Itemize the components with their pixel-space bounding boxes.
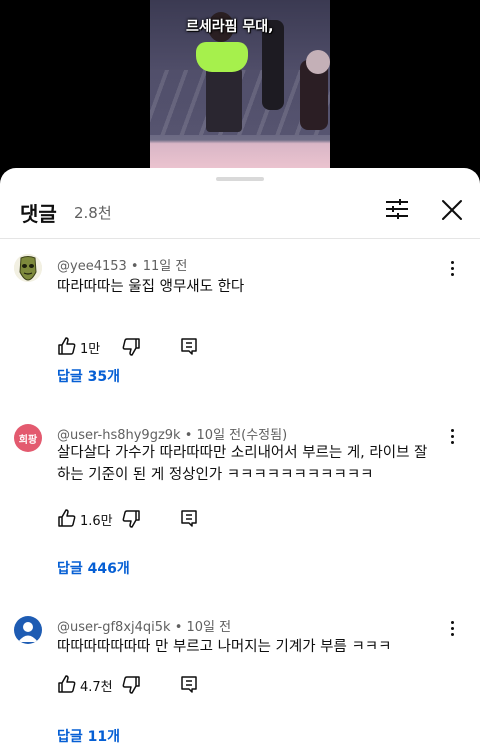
comment-author[interactable]: @user-gf8xj4qi5k bbox=[57, 620, 171, 635]
more-options-button[interactable] bbox=[444, 426, 460, 446]
thumbs-up-icon bbox=[58, 337, 76, 355]
thumbs-down-icon bbox=[122, 338, 140, 356]
more-vert-icon bbox=[450, 440, 454, 444]
close-button[interactable] bbox=[438, 196, 466, 224]
close-icon bbox=[442, 200, 462, 220]
avatar[interactable] bbox=[14, 254, 42, 282]
comment-time: 10일 전 bbox=[186, 620, 232, 635]
dislike-button[interactable] bbox=[121, 675, 141, 695]
more-vert-icon bbox=[450, 626, 454, 630]
avatar-text: 희팡 bbox=[18, 434, 38, 446]
like-count: 1만 bbox=[80, 342, 101, 357]
comment-meta: @user-gf8xj4qi5k • 10일 전 bbox=[57, 616, 231, 635]
like-count: 4.7천 bbox=[80, 680, 113, 695]
view-replies-link[interactable]: 답글 11개 bbox=[57, 726, 120, 746]
drag-handle[interactable] bbox=[216, 177, 264, 181]
more-options-button[interactable] bbox=[444, 258, 460, 278]
thumbs-down-icon bbox=[122, 676, 140, 694]
more-vert-icon bbox=[450, 260, 454, 264]
more-vert-icon bbox=[450, 434, 454, 438]
comment-time: 11일 전 bbox=[142, 259, 188, 274]
comment-time: 10일 전(수정됨) bbox=[196, 428, 288, 443]
like-button[interactable] bbox=[57, 336, 77, 356]
thumbs-up-icon bbox=[58, 509, 76, 527]
more-vert-icon bbox=[450, 272, 454, 276]
reply-comment-icon bbox=[181, 510, 197, 527]
meta-separator: • bbox=[130, 259, 139, 274]
comment-text: 따라따따는 울집 앵무새도 한다 bbox=[57, 279, 245, 295]
comment-meta: @user-hs8hy9gz9k • 10일 전(수정됨) bbox=[57, 424, 287, 443]
video-caption: 르세라핌 무대, bbox=[186, 19, 274, 35]
reply-button[interactable] bbox=[179, 336, 199, 356]
like-count: 1.6만 bbox=[80, 514, 113, 529]
reply-comment-icon bbox=[181, 676, 197, 693]
comment-author[interactable]: @user-hs8hy9gz9k bbox=[57, 428, 181, 443]
view-replies-link[interactable]: 답글 446개 bbox=[57, 558, 130, 578]
more-vert-icon bbox=[450, 428, 454, 432]
comment-text: 따따따따따따따 만 부르고 나머지는 기계가 부름 ㅋㅋㅋ bbox=[57, 639, 392, 655]
dislike-button[interactable] bbox=[121, 509, 141, 529]
comments-count: 2.8천 bbox=[74, 204, 112, 222]
dancer-figure bbox=[196, 42, 248, 72]
sliders-icon bbox=[386, 199, 408, 219]
comments-header: 댓글 2.8천 bbox=[0, 190, 480, 238]
comment-actions: 1.6만 bbox=[57, 508, 357, 530]
header-divider bbox=[0, 238, 480, 239]
avatar[interactable] bbox=[14, 616, 42, 644]
more-vert-icon bbox=[450, 620, 454, 624]
more-vert-icon bbox=[450, 632, 454, 636]
like-button[interactable] bbox=[57, 674, 77, 694]
like-button[interactable] bbox=[57, 508, 77, 528]
sort-filter-button[interactable] bbox=[384, 196, 410, 222]
dancer-figure bbox=[206, 68, 242, 132]
comment-actions: 4.7천 bbox=[57, 674, 357, 696]
reply-button[interactable] bbox=[179, 508, 199, 528]
green-mask-avatar-icon bbox=[14, 254, 42, 282]
comments-title: 댓글 bbox=[20, 202, 57, 226]
reply-comment-icon bbox=[181, 338, 197, 355]
comment-meta: @yee4153 • 11일 전 bbox=[57, 255, 187, 274]
more-vert-icon bbox=[450, 266, 454, 270]
avatar[interactable]: 희팡 bbox=[14, 424, 42, 452]
dancer-figure bbox=[306, 50, 330, 74]
more-options-button[interactable] bbox=[444, 618, 460, 638]
default-person-avatar-icon bbox=[18, 622, 38, 642]
comments-sheet: 댓글 2.8천 @yee4153 • 11일 전 따라따따는 울집 앵무새도 한… bbox=[0, 168, 480, 752]
meta-separator: • bbox=[184, 428, 193, 443]
thumbs-down-icon bbox=[122, 510, 140, 528]
thumbs-up-icon bbox=[58, 675, 76, 693]
video-frame[interactable]: 르세라핌 무대, bbox=[150, 0, 330, 175]
comment-actions: 1만 bbox=[57, 336, 357, 358]
comment-author[interactable]: @yee4153 bbox=[57, 259, 127, 274]
reply-button[interactable] bbox=[179, 674, 199, 694]
view-replies-link[interactable]: 답글 35개 bbox=[57, 366, 120, 386]
dislike-button[interactable] bbox=[121, 337, 141, 357]
meta-separator: • bbox=[174, 620, 183, 635]
comment-text: 살다살다 가수가 따라따따만 소리내어서 부르는 게, 라이브 잘하는 기준이 … bbox=[57, 445, 428, 483]
video-player[interactable]: 르세라핌 무대, bbox=[0, 0, 480, 190]
